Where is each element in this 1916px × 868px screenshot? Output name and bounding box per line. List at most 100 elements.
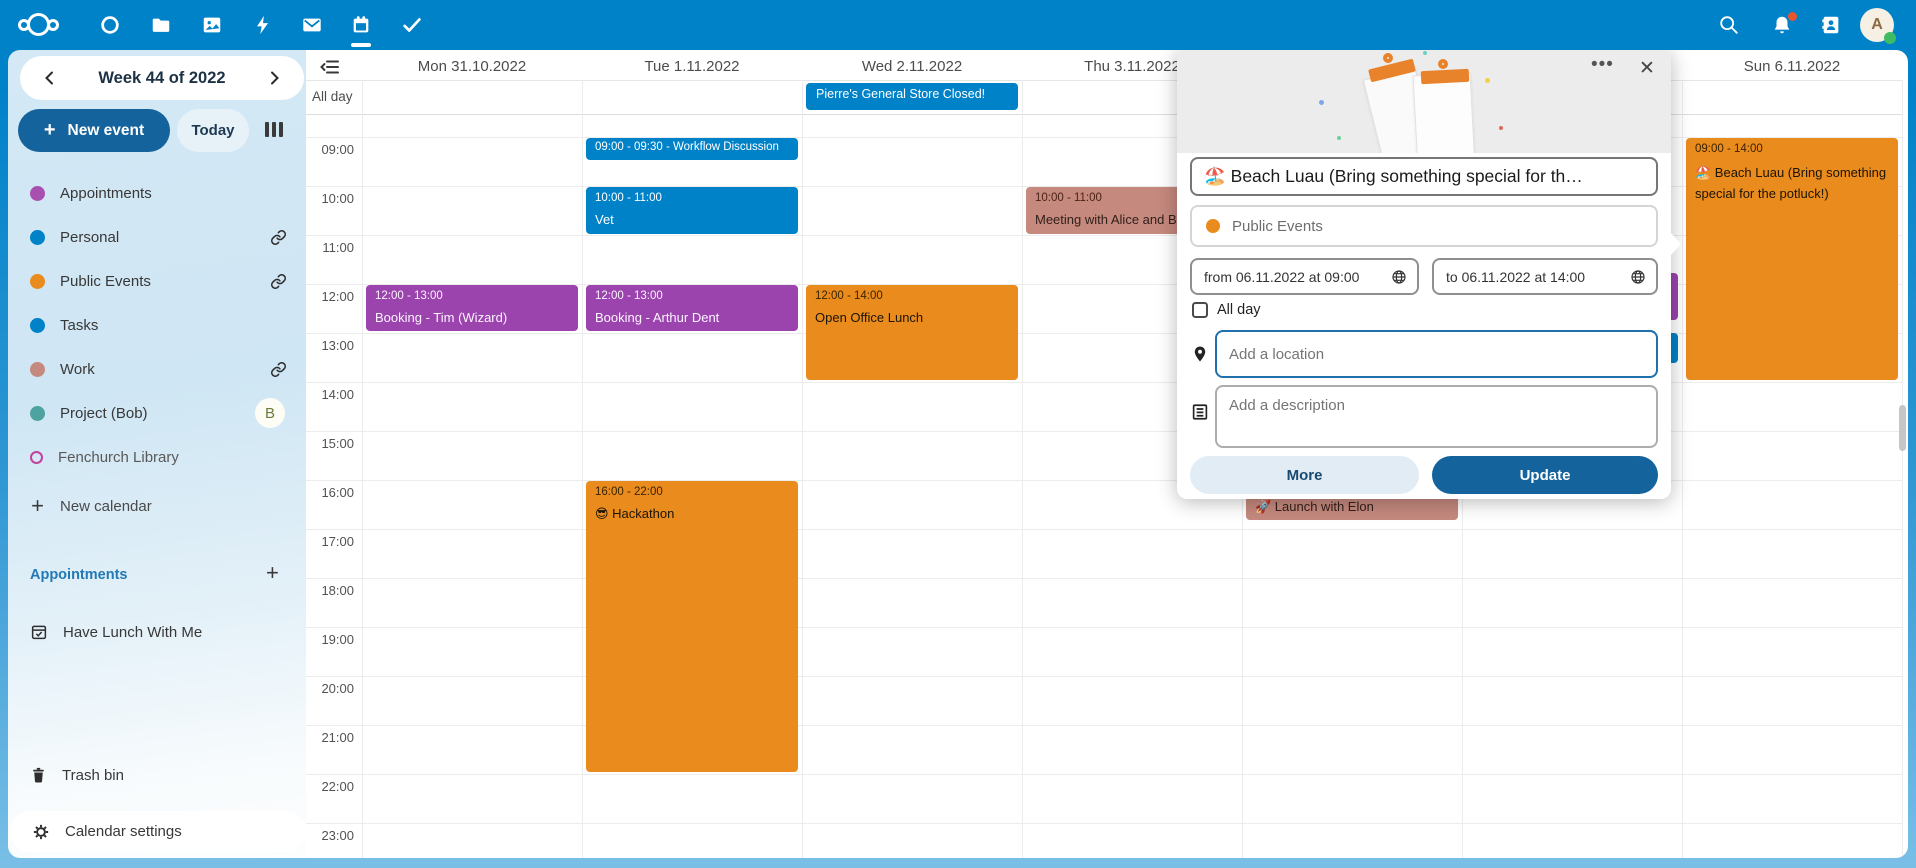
event-illustration: ••• ✕ xyxy=(1177,48,1671,153)
event-booking-arthur[interactable]: 12:00 - 13:00 Booking - Arthur Dent xyxy=(586,285,798,331)
close-icon[interactable]: ✕ xyxy=(1639,57,1655,80)
nextcloud-logo[interactable] xyxy=(18,11,74,39)
today-button[interactable]: Today xyxy=(177,109,249,152)
trash-bin-button[interactable]: Trash bin xyxy=(30,763,124,787)
calendar-color-dot xyxy=(30,406,45,421)
notifications-bell-icon[interactable] xyxy=(1762,5,1802,45)
hour-line xyxy=(306,627,1902,628)
mail-app-icon[interactable] xyxy=(292,5,332,45)
new-calendar-button[interactable]: + New calendar xyxy=(30,494,152,518)
search-icon[interactable] xyxy=(1709,5,1749,45)
day-header-tue: Tue 1.11.2022 xyxy=(582,58,802,75)
event-beach-luau[interactable]: 09:00 - 14:00 🏖️ Beach Luau (Bring somet… xyxy=(1686,138,1898,380)
new-event-button[interactable]: + New event xyxy=(18,109,170,152)
calendar-color-dot xyxy=(30,186,45,201)
more-actions-icon[interactable]: ••• xyxy=(1591,54,1614,76)
time-label: 15:00 xyxy=(306,436,354,451)
calendar-color-dot xyxy=(1206,219,1220,233)
hour-line xyxy=(306,676,1902,677)
event-vet[interactable]: 10:00 - 11:00 Vet xyxy=(586,187,798,234)
calendar-item-appointments[interactable]: Appointments xyxy=(30,181,152,205)
contacts-icon[interactable] xyxy=(1811,5,1851,45)
calendar-check-icon xyxy=(30,623,48,641)
location-input[interactable] xyxy=(1215,330,1658,378)
tasks-app-icon[interactable] xyxy=(392,5,432,45)
location-pin-icon xyxy=(1191,344,1209,364)
calendar-item-personal[interactable]: Personal xyxy=(30,225,119,249)
calendar-color-ring xyxy=(30,451,43,464)
day-header-mon: Mon 31.10.2022 xyxy=(362,58,582,75)
trash-icon xyxy=(30,766,47,784)
event-hackathon[interactable]: 16:00 - 22:00 😎 Hackathon xyxy=(586,481,798,772)
event-workflow-discussion[interactable]: 09:00 - 09:30 - Workflow Discussion xyxy=(586,138,798,160)
avatar[interactable]: A xyxy=(1860,8,1894,42)
time-label: 19:00 xyxy=(306,632,354,647)
day-header-wed: Wed 2.11.2022 xyxy=(802,58,1022,75)
event-title-input[interactable]: 🏖️ Beach Luau (Bring something special f… xyxy=(1190,157,1658,196)
files-app-icon[interactable] xyxy=(141,5,181,45)
time-label: 13:00 xyxy=(306,338,354,353)
timezone-globe-icon[interactable] xyxy=(1391,269,1407,285)
all-day-checkbox[interactable]: All day xyxy=(1192,302,1261,318)
to-datetime-picker[interactable]: to 06.11.2022 at 14:00 xyxy=(1432,258,1658,295)
scrollbar-thumb[interactable] xyxy=(1899,405,1906,451)
hour-line xyxy=(306,823,1902,824)
description-textarea[interactable] xyxy=(1215,385,1658,448)
time-label: 23:00 xyxy=(306,828,354,843)
plus-icon: + xyxy=(44,119,56,142)
share-link-icon[interactable] xyxy=(270,361,287,378)
time-label: 22:00 xyxy=(306,779,354,794)
top-bar: A xyxy=(0,0,1916,50)
column-line xyxy=(1682,80,1683,858)
checkbox-box[interactable] xyxy=(1192,302,1208,318)
talk-app-icon[interactable] xyxy=(90,5,130,45)
event-pierres-store-closed[interactable]: Pierre's General Store Closed! xyxy=(806,83,1018,110)
nextcloud-calendar-app: A Week 44 of 2022 + New event Today Appo… xyxy=(0,0,1916,868)
calendar-item-fenchurch-library[interactable]: Fenchurch Library xyxy=(30,445,179,469)
add-appointment-config-icon[interactable]: + xyxy=(266,560,279,586)
active-app-indicator xyxy=(351,43,371,47)
popover-arrow xyxy=(1671,233,1681,255)
share-link-icon[interactable] xyxy=(270,273,287,290)
event-booking-tim[interactable]: 12:00 - 13:00 Booking - Tim (Wizard) xyxy=(366,285,578,331)
calendar-item-work[interactable]: Work xyxy=(30,357,95,381)
calendar-app-icon[interactable] xyxy=(341,5,381,45)
calendar-settings-button[interactable]: Calendar settings xyxy=(10,811,306,852)
column-line xyxy=(1022,80,1023,858)
time-label: 12:00 xyxy=(306,289,354,304)
appointment-link-have-lunch[interactable]: Have Lunch With Me xyxy=(30,620,202,644)
calendar-color-dot xyxy=(30,362,45,377)
next-week-icon[interactable] xyxy=(266,70,282,86)
more-button[interactable]: More xyxy=(1190,456,1419,494)
event-edit-popover: ••• ✕ 🏖️ Beach Luau (Bring something spe… xyxy=(1177,48,1671,499)
time-label: 09:00 xyxy=(306,142,354,157)
view-toggle-icon[interactable] xyxy=(264,121,288,139)
column-line xyxy=(1902,80,1903,858)
calendar-item-project-bob[interactable]: Project (Bob) xyxy=(30,401,148,425)
photos-app-icon[interactable] xyxy=(192,5,232,45)
collapse-all-day-icon[interactable] xyxy=(320,59,340,75)
share-link-icon[interactable] xyxy=(270,229,287,246)
time-label: 18:00 xyxy=(306,583,354,598)
timezone-globe-icon[interactable] xyxy=(1630,269,1646,285)
week-navigation[interactable]: Week 44 of 2022 xyxy=(20,56,304,100)
calendar-select[interactable]: Public Events xyxy=(1190,205,1658,247)
from-datetime-picker[interactable]: from 06.11.2022 at 09:00 xyxy=(1190,258,1419,295)
update-button[interactable]: Update xyxy=(1432,456,1658,494)
calendar-color-dot xyxy=(30,230,45,245)
week-label: Week 44 of 2022 xyxy=(98,69,225,88)
previous-week-icon[interactable] xyxy=(42,70,58,86)
avatar-initial: A xyxy=(1871,16,1883,34)
description-icon xyxy=(1191,403,1209,421)
calendar-color-dot xyxy=(30,274,45,289)
appointments-section-header: Appointments xyxy=(30,567,127,583)
time-label: 21:00 xyxy=(306,730,354,745)
event-open-office-lunch[interactable]: 12:00 - 14:00 Open Office Lunch xyxy=(806,285,1018,380)
calendar-item-tasks[interactable]: Tasks xyxy=(30,313,98,337)
column-line xyxy=(582,80,583,858)
time-label: 17:00 xyxy=(306,534,354,549)
activity-app-icon[interactable] xyxy=(243,5,283,45)
time-label: 16:00 xyxy=(306,485,354,500)
calendar-item-public-events[interactable]: Public Events xyxy=(30,269,151,293)
time-label: 11:00 xyxy=(306,240,354,255)
